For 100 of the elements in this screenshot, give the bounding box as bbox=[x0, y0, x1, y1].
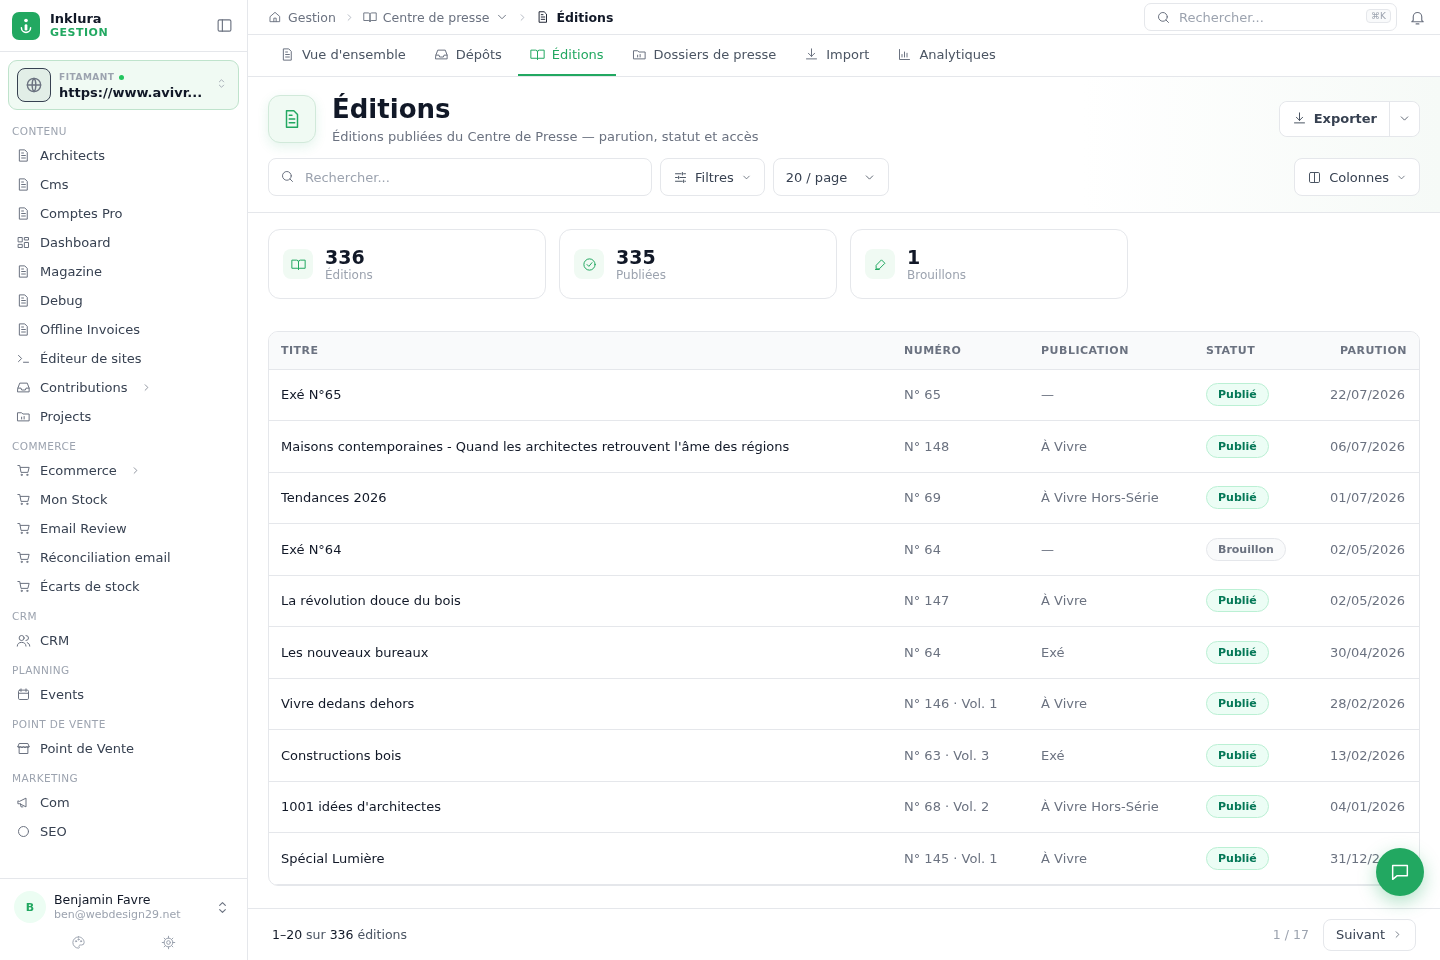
filters-button[interactable]: Filtres bbox=[660, 158, 765, 196]
column-header: PARUTION bbox=[1304, 332, 1419, 369]
inbox-icon bbox=[16, 380, 31, 395]
user-name: Benjamin Favre bbox=[54, 892, 152, 907]
table-cell: Exé bbox=[1029, 626, 1194, 678]
section-heading: CONTENU bbox=[11, 124, 68, 139]
document-icon bbox=[16, 206, 31, 221]
column-header: PUBLICATION bbox=[1029, 332, 1194, 369]
table-cell: N° 64 bbox=[892, 523, 1029, 575]
pencil-icon bbox=[865, 249, 895, 279]
tab[interactable]: Dépôts bbox=[421, 35, 514, 76]
table-cell: Exé bbox=[1029, 729, 1194, 781]
sidebar-item[interactable]: Architects bbox=[8, 141, 239, 170]
status-badge: Publié bbox=[1206, 589, 1269, 613]
table-cell: À Vivre bbox=[1029, 832, 1194, 884]
tab[interactable]: Dossiers de presse bbox=[619, 35, 789, 76]
stat-label: Brouillons bbox=[907, 268, 967, 282]
tab[interactable]: Vue d'ensemble bbox=[268, 35, 418, 76]
sidebar-item[interactable]: Comptes Pro bbox=[8, 199, 239, 228]
cart-icon bbox=[16, 550, 31, 565]
sidebar-item[interactable]: CRM bbox=[8, 626, 239, 655]
table-cell: N° 148 bbox=[892, 420, 1029, 472]
page-size-select[interactable]: 20 / page bbox=[772, 158, 890, 196]
columns-button[interactable]: Colonnes bbox=[1294, 158, 1420, 196]
sidebar-item[interactable]: Mon Stock bbox=[8, 485, 239, 514]
status-badge: Publié bbox=[1206, 846, 1269, 870]
table-cell: À Vivre Hors-Série bbox=[1029, 472, 1194, 524]
export-button[interactable]: Exporter bbox=[1279, 101, 1390, 136]
page-title: Éditions bbox=[332, 93, 452, 125]
sidebar-item[interactable]: SEO bbox=[8, 817, 239, 846]
section-heading: MARKETING bbox=[11, 771, 80, 786]
breadcrumb-link[interactable]: Éditions bbox=[536, 9, 614, 25]
document-icon bbox=[280, 47, 295, 62]
table-cell: N° 69 bbox=[892, 472, 1029, 524]
table-cell: 01/07/2026 bbox=[1304, 472, 1419, 524]
status-badge: Publié bbox=[1206, 743, 1269, 767]
sidebar-item[interactable]: Point de Vente bbox=[8, 734, 239, 763]
table-cell: Exé N°64 bbox=[269, 523, 892, 575]
status-badge: Publié bbox=[1206, 795, 1269, 819]
sidebar-item[interactable]: Magazine bbox=[8, 257, 239, 286]
table-cell: La révolution douce du bois bbox=[269, 575, 892, 627]
sidebar-item[interactable]: Éditeur de sites bbox=[8, 344, 239, 373]
sidebar-item[interactable]: Offline Invoices bbox=[8, 315, 239, 344]
cart-icon bbox=[16, 463, 31, 478]
sidebar-item[interactable]: Projects bbox=[8, 402, 239, 431]
sidebar-item[interactable]: Events bbox=[8, 680, 239, 709]
sidebar-item[interactable]: Com bbox=[8, 788, 239, 817]
table-cell: N° 64 bbox=[892, 626, 1029, 678]
sidebar-item[interactable]: Réconciliation email bbox=[8, 543, 239, 572]
column-header: TITRE bbox=[269, 332, 892, 369]
results-summary: 1–20 sur 336 éditions bbox=[272, 927, 408, 942]
section-heading: PLANNING bbox=[11, 663, 71, 678]
table-cell: À Vivre bbox=[1029, 678, 1194, 730]
table-cell: Tendances 2026 bbox=[269, 472, 892, 524]
circle-icon bbox=[16, 824, 31, 839]
sidebar-item[interactable]: Email Review bbox=[8, 514, 239, 543]
tab[interactable]: Analytiques bbox=[885, 35, 1008, 76]
search-field[interactable]: Rechercher... bbox=[268, 158, 652, 196]
book-icon bbox=[529, 47, 545, 62]
cart-icon bbox=[16, 579, 31, 594]
workspace-switcher[interactable]: FITAMANT https://www.avivr... bbox=[8, 60, 239, 110]
calendar-icon bbox=[16, 687, 31, 702]
brand-subtitle: GESTION bbox=[50, 25, 110, 40]
sidebar-item[interactable]: Dashboard bbox=[8, 228, 239, 257]
table-cell: 02/05/2026 bbox=[1304, 575, 1419, 627]
next-page-button[interactable]: Suivant bbox=[1322, 918, 1416, 951]
document-icon bbox=[16, 264, 31, 279]
section-heading: COMMERCE bbox=[11, 439, 78, 454]
table-cell: Les nouveaux bureaux bbox=[269, 626, 892, 678]
store-icon bbox=[16, 741, 31, 756]
sidebar-item[interactable]: Écarts de stock bbox=[8, 572, 239, 601]
table-cell: 22/07/2026 bbox=[1304, 369, 1419, 421]
table-cell: N° 145 · Vol. 1 bbox=[892, 832, 1029, 884]
breadcrumb-link[interactable]: Gestion bbox=[268, 9, 336, 25]
status-badge: Brouillon bbox=[1206, 537, 1286, 561]
sidebar-item[interactable]: Contributions bbox=[8, 373, 239, 402]
table-cell: 13/02/2026 bbox=[1304, 729, 1419, 781]
document-icon bbox=[16, 322, 31, 337]
sidebar-item[interactable]: Ecommerce bbox=[8, 456, 239, 485]
sidebar-item[interactable]: Cms bbox=[8, 170, 239, 199]
table-cell: N° 68 · Vol. 2 bbox=[892, 781, 1029, 833]
brand-name: Inklura bbox=[50, 11, 103, 26]
status-badge: Publié bbox=[1206, 486, 1269, 510]
table-cell: Vivre dedans dehors bbox=[269, 678, 892, 730]
bar-chart-icon bbox=[897, 47, 913, 62]
book-icon bbox=[283, 249, 313, 279]
book-icon bbox=[362, 10, 377, 24]
workspace-url: https://www.avivr... bbox=[59, 85, 204, 100]
stat-value: 336 bbox=[325, 246, 365, 268]
section-heading: POINT DE VENTE bbox=[11, 717, 107, 732]
breadcrumb-link[interactable]: Centre de presse bbox=[362, 9, 510, 25]
document-icon bbox=[268, 94, 316, 143]
table-cell: Maisons contemporaines - Quand les architectes retrouvent l'âme des régions bbox=[269, 420, 892, 472]
tab[interactable]: Import bbox=[792, 35, 882, 76]
workspace-label: FITAMANT bbox=[59, 71, 115, 84]
sidebar-item[interactable]: Debug bbox=[8, 286, 239, 315]
table-cell: 06/07/2026 bbox=[1304, 420, 1419, 472]
keyboard-shortcut: ⌘K bbox=[1366, 9, 1391, 23]
table-cell: Constructions bois bbox=[269, 729, 892, 781]
section-heading: CRM bbox=[11, 609, 38, 624]
